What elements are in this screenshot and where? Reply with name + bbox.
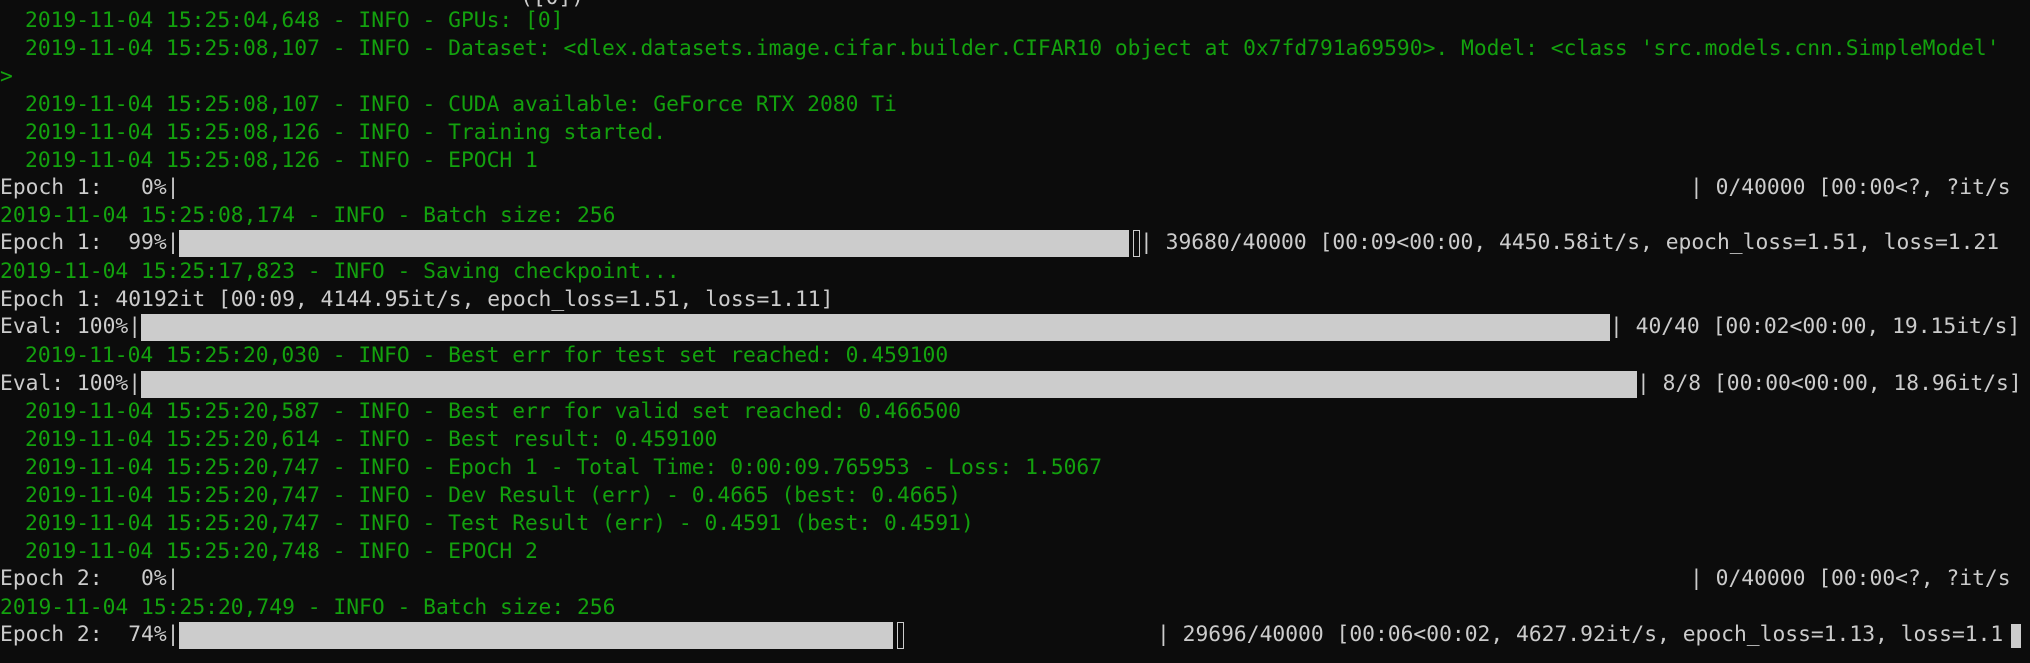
- text-cursor-icon: [2011, 624, 2021, 648]
- log-line: 2019-11-04 15:25:20,614 - INFO - Best re…: [25, 427, 718, 452]
- eval-label: Eval: 100%|: [0, 314, 142, 339]
- progress-bar-partial: [897, 622, 904, 649]
- progress-summary: Epoch 1: 40192it [00:09, 4144.95it/s, ep…: [0, 287, 834, 312]
- progress-stats: | 29696/40000 [00:06<00:02, 4627.92it/s,…: [1157, 622, 2004, 647]
- eval-bar-fill: [141, 314, 1610, 341]
- terminal-window[interactable]: ([0]) 2019-11-04 15:25:04,648 - INFO - G…: [0, 0, 2030, 663]
- progress-bar-fill: [179, 230, 1129, 257]
- eval-label: Eval: 100%|: [0, 371, 142, 396]
- progress-label: Epoch 2: 0%|: [0, 566, 180, 591]
- log-line: 2019-11-04 15:25:08,126 - INFO - Trainin…: [25, 120, 667, 145]
- progress-stats: | 0/40000 [00:00<?, ?it/s: [1690, 175, 2011, 200]
- log-line: 2019-11-04 15:25:08,107 - INFO - Dataset…: [25, 36, 2000, 61]
- log-line: 2019-11-04 15:25:20,747 - INFO - Epoch 1…: [25, 455, 1103, 480]
- progress-label: Epoch 2: 74%|: [0, 622, 180, 647]
- progress-stats: | 39680/40000 [00:09<00:00, 4450.58it/s,…: [1140, 230, 2000, 255]
- progress-label: Epoch 1: 99%|: [0, 230, 180, 255]
- log-line: 2019-11-04 15:25:08,174 - INFO - Batch s…: [0, 203, 616, 228]
- log-line: 2019-11-04 15:25:04,648 - INFO - GPUs: […: [25, 8, 564, 33]
- log-line: 2019-11-04 15:25:20,747 - INFO - Test Re…: [25, 511, 974, 536]
- progress-label: Epoch 1: 0%|: [0, 175, 180, 200]
- eval-stats: | 8/8 [00:00<00:00, 18.96it/s]: [1637, 371, 2022, 396]
- eval-stats: | 40/40 [00:02<00:00, 19.15it/s]: [1610, 314, 2021, 339]
- eval-bar-fill: [141, 371, 1637, 398]
- log-line: 2019-11-04 15:25:20,747 - INFO - Dev Res…: [25, 483, 961, 508]
- log-line: 2019-11-04 15:25:20,748 - INFO - EPOCH 2: [25, 539, 538, 564]
- log-line-wrap: >: [0, 64, 13, 89]
- log-line: 2019-11-04 15:25:20,030 - INFO - Best er…: [25, 343, 949, 368]
- log-line: 2019-11-04 15:25:20,587 - INFO - Best er…: [25, 399, 961, 424]
- log-line: 2019-11-04 15:25:20,749 - INFO - Batch s…: [0, 595, 616, 620]
- progress-stats: | 0/40000 [00:00<?, ?it/s: [1690, 566, 2011, 591]
- log-line: 2019-11-04 15:25:08,126 - INFO - EPOCH 1: [25, 148, 538, 173]
- progress-bar-fill: [179, 622, 893, 649]
- log-line: 2019-11-04 15:25:17,823 - INFO - Saving …: [0, 259, 680, 284]
- log-line: 2019-11-04 15:25:08,107 - INFO - CUDA av…: [25, 92, 897, 117]
- progress-bar-partial: [1133, 230, 1140, 257]
